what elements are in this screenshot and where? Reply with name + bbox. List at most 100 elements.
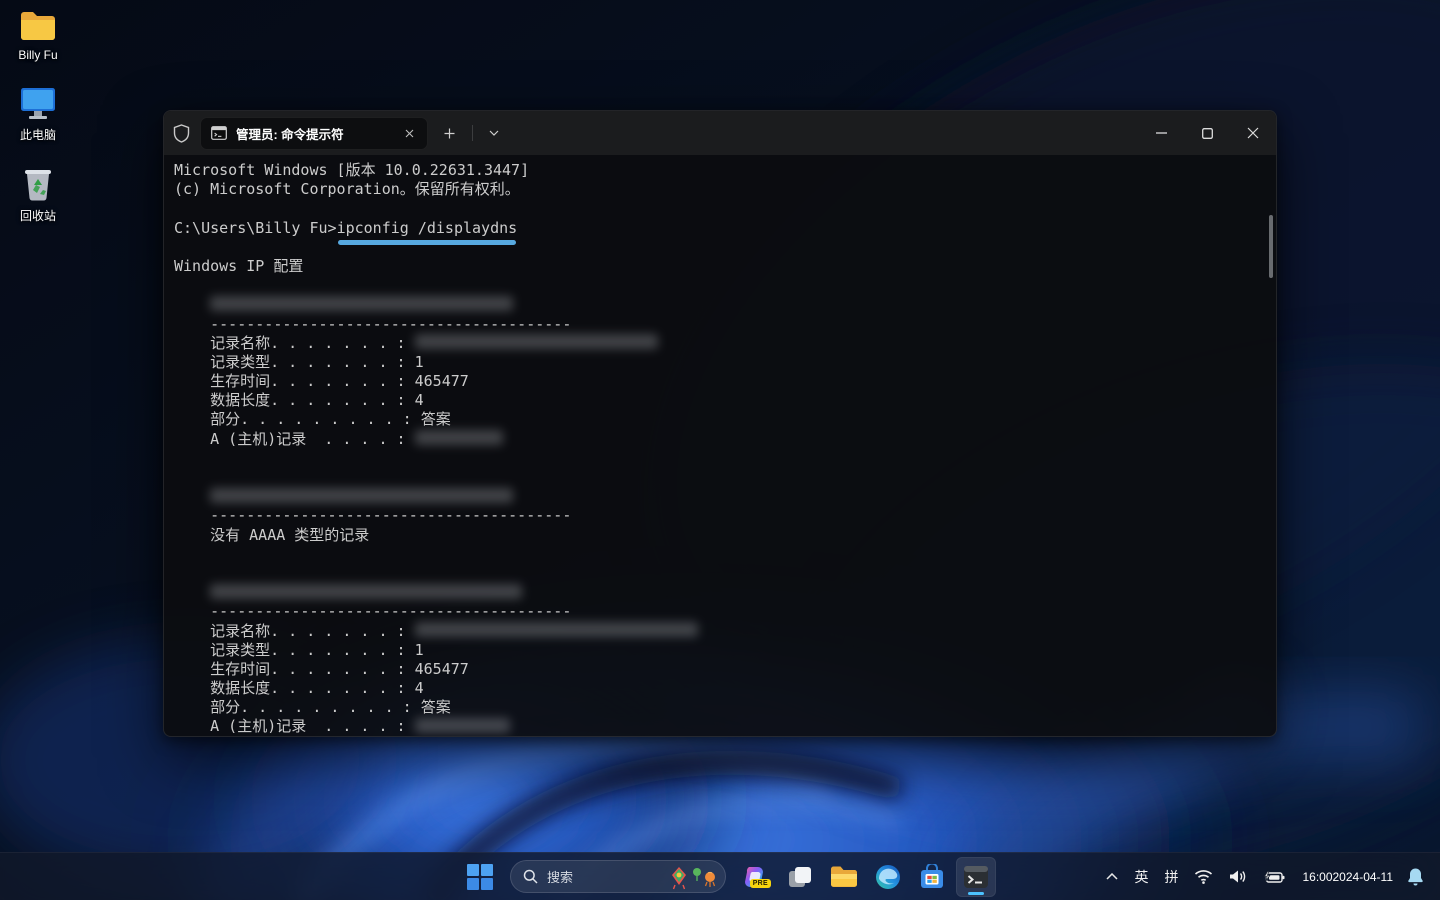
tab-close-icon[interactable] — [399, 123, 419, 143]
microsoft-store-icon — [919, 864, 945, 890]
terminal-titlebar[interactable]: 管理员: 命令提示符 — [164, 111, 1276, 155]
terminal-line — [174, 449, 1266, 468]
terminal-line: 数据长度. . . . . . . : 4 — [174, 391, 1266, 410]
windows-logo-icon — [467, 864, 493, 890]
tray-overflow-button[interactable] — [1099, 857, 1125, 897]
folder-icon — [19, 6, 57, 42]
tab-title: 管理员: 命令提示符 — [236, 124, 390, 143]
desktop-icon-list: Billy Fu 此电脑 回收站 — [0, 6, 76, 224]
terminal-text: A (主机)记录 . . . . : — [174, 717, 415, 735]
edge-icon — [875, 864, 901, 890]
tab-dropdown-button[interactable] — [479, 119, 509, 147]
terminal-line: 生存时间. . . . . . . : 465477 — [174, 660, 1266, 679]
microsoft-store-button[interactable] — [912, 857, 952, 897]
taskbar-search-box[interactable]: 搜索 — [510, 860, 726, 893]
desktop-icon-recycle-bin[interactable]: 回收站 — [0, 165, 76, 224]
terminal-text: Windows IP 配置 — [174, 257, 303, 275]
file-explorer-button[interactable] — [824, 857, 864, 897]
terminal-text: 部分. . . . . . . . . : 答案 — [174, 410, 451, 428]
terminal-body[interactable]: Microsoft Windows [版本 10.0.22631.3447](c… — [164, 155, 1276, 737]
monitor-icon — [20, 84, 56, 120]
search-icon — [523, 869, 538, 884]
terminal-line: 部分. . . . . . . . . : 答案 — [174, 698, 1266, 717]
terminal-text: Microsoft Windows [版本 10.0.22631.3447] — [174, 161, 529, 179]
terminal-line — [174, 564, 1266, 583]
network-button[interactable] — [1187, 857, 1220, 897]
ime-mode-button[interactable]: 拼 — [1157, 857, 1185, 897]
chevron-up-icon — [1106, 873, 1118, 880]
terminal-line: ---------------------------------------- — [174, 602, 1266, 621]
terminal-text: 生存时间. . . . . . . : 465477 — [174, 372, 469, 390]
notification-bell-icon — [1407, 867, 1424, 886]
terminal-text: 生存时间. . . . . . . : 465477 — [174, 660, 469, 678]
terminal-line — [174, 545, 1266, 564]
terminal-line: 记录名称. . . . . . . : — [174, 334, 1266, 353]
terminal-scrollbar[interactable] — [1269, 215, 1273, 278]
copilot-pre-badge: PRE — [750, 879, 771, 888]
new-tab-button[interactable] — [434, 119, 464, 147]
terminal-line: 部分. . . . . . . . . : 答案 — [174, 410, 1266, 429]
tabbar-separator — [472, 125, 473, 141]
desktop-icon-label: Billy Fu — [18, 48, 57, 62]
terminal-line: Windows IP 配置 — [174, 257, 1266, 276]
terminal-line — [174, 276, 1266, 295]
system-tray: 英 拼 16:00 2024-04-1 — [1099, 853, 1434, 900]
wifi-icon — [1194, 869, 1213, 884]
terminal-text — [174, 583, 210, 601]
minimize-button[interactable] — [1138, 111, 1184, 155]
terminal-taskbar-button[interactable] — [956, 857, 996, 897]
active-app-indicator — [968, 892, 984, 895]
terminal-text — [174, 487, 210, 505]
copilot-button[interactable]: PRE — [736, 857, 776, 897]
terminal-text: 记录名称. . . . . . . : — [174, 622, 415, 640]
terminal-line: A (主机)记录 . . . . : — [174, 717, 1266, 736]
desktop: Billy Fu 此电脑 回收站 管理员: 命令提示符 — [0, 0, 1440, 900]
redacted-text — [415, 622, 698, 637]
desktop-icon-label: 回收站 — [20, 207, 56, 224]
taskbar-center-group: 搜索 PRE — [460, 853, 996, 900]
recycle-bin-icon — [23, 165, 53, 201]
battery-button[interactable] — [1256, 857, 1292, 897]
volume-button[interactable] — [1222, 857, 1254, 897]
terminal-text: 部分. . . . . . . . . : 答案 — [174, 698, 451, 716]
search-seasonal-art-icon — [667, 863, 719, 891]
start-button[interactable] — [460, 857, 500, 897]
maximize-button[interactable] — [1184, 111, 1230, 155]
terminal-line — [174, 583, 1266, 602]
terminal-line — [174, 199, 1266, 218]
notification-center-button[interactable] — [1403, 857, 1434, 897]
terminal-text: 数据长度. . . . . . . : 4 — [174, 391, 424, 409]
terminal-line — [174, 468, 1266, 487]
terminal-tab[interactable]: 管理员: 命令提示符 — [200, 117, 428, 150]
terminal-line: 没有 AAAA 类型的记录 — [174, 526, 1266, 545]
terminal-line: A (主机)记录 . . . . : — [174, 430, 1266, 449]
input-language-button[interactable]: 英 — [1127, 857, 1155, 897]
terminal-text — [174, 295, 210, 313]
file-explorer-icon — [830, 865, 858, 889]
tray-date: 2024-04-11 — [1333, 870, 1394, 884]
clock[interactable]: 16:00 2024-04-11 — [1294, 857, 1401, 897]
terminal-window: 管理员: 命令提示符 — [163, 110, 1277, 737]
terminal-text: 数据长度. . . . . . . : 4 — [174, 679, 424, 697]
terminal-line: 生存时间. . . . . . . : 465477 — [174, 372, 1266, 391]
language-indicator: 英 — [1134, 867, 1148, 887]
terminal-text: (c) Microsoft Corporation。保留所有权利。 — [174, 180, 520, 198]
taskbar: 搜索 PRE — [0, 852, 1440, 900]
task-view-button[interactable] — [780, 857, 820, 897]
terminal-text: 记录名称. . . . . . . : — [174, 334, 415, 352]
terminal-text: ---------------------------------------- — [174, 315, 571, 333]
terminal-line: 记录名称. . . . . . . : — [174, 622, 1266, 641]
desktop-icon-billy-fu-folder[interactable]: Billy Fu — [0, 6, 76, 62]
edge-button[interactable] — [868, 857, 908, 897]
desktop-icon-this-pc[interactable]: 此电脑 — [0, 84, 76, 143]
redacted-text — [415, 430, 503, 445]
admin-shield-icon — [164, 124, 198, 143]
terminal-line: 数据长度. . . . . . . : 4 — [174, 679, 1266, 698]
redacted-text — [210, 488, 513, 503]
terminal-app-icon — [963, 864, 989, 890]
search-placeholder: 搜索 — [547, 867, 658, 886]
terminal-line: 记录类型. . . . . . . : 1 — [174, 641, 1266, 660]
cmd-icon — [211, 126, 227, 140]
close-window-button[interactable] — [1230, 111, 1276, 155]
redacted-text — [210, 296, 513, 311]
